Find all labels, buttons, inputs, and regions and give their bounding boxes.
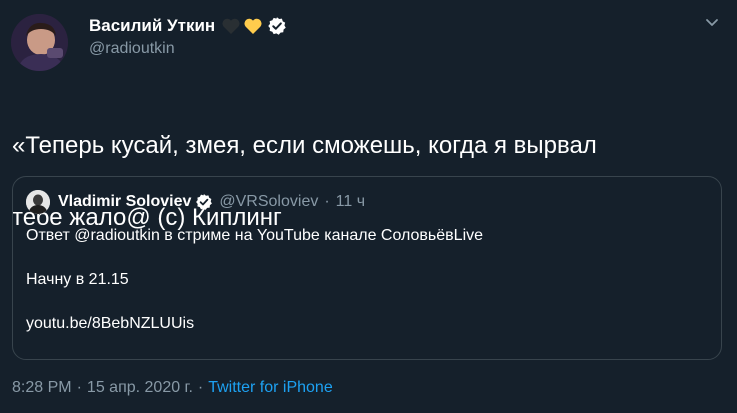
author-name-row: Василий Уткин xyxy=(89,14,287,38)
quoted-link: youtu.be/8BebNZLUUis xyxy=(26,315,195,332)
quoted-author-avatar xyxy=(26,190,50,214)
avatar-image xyxy=(11,14,68,71)
separator-dot: · xyxy=(197,379,204,396)
author-avatar[interactable] xyxy=(11,14,68,71)
verified-badge-icon xyxy=(195,193,213,211)
tweet-date[interactable]: 15 апр. 2020 г. xyxy=(87,379,193,397)
black-heart-icon xyxy=(221,17,241,35)
tweet-source-link[interactable]: Twitter for iPhone xyxy=(208,379,333,397)
chevron-down-icon[interactable] xyxy=(704,14,720,30)
author-handle[interactable]: @radioutkin xyxy=(89,40,175,58)
author-display-name[interactable]: Василий Уткин xyxy=(89,16,215,36)
separator-dot: · xyxy=(76,379,82,396)
tweet-card: Василий Уткин @radioutkin «Теперь кусай,… xyxy=(0,0,737,413)
quoted-timestamp: 11 ч xyxy=(335,193,366,210)
separator-dot: · xyxy=(324,193,330,210)
quoted-display-name: Vladimir Soloviev xyxy=(58,193,192,210)
quoted-handle: @VRSoloviev xyxy=(219,193,319,210)
quoted-text-line: Ответ @radioutkin в стриме на YouTube ка… xyxy=(26,227,484,244)
tweet-time[interactable]: 8:28 PM xyxy=(12,379,72,397)
quoted-tweet-header: Vladimir Soloviev @VRSoloviev · 11 ч xyxy=(26,190,365,214)
quoted-tweet-body: Ответ @radioutkin в стриме на YouTube ка… xyxy=(26,225,706,335)
quoted-tweet[interactable]: Vladimir Soloviev @VRSoloviev · 11 ч Отв… xyxy=(12,176,722,360)
tweet-text-line: «Теперь кусай, змея, если сможешь, когда… xyxy=(12,132,597,159)
quoted-text-line: Начну в 21.15 xyxy=(26,271,129,288)
tweet-metadata: 8:28 PM · 15 апр. 2020 г. · Twitter for … xyxy=(12,379,333,397)
verified-badge-icon xyxy=(267,16,287,36)
yellow-heart-icon xyxy=(243,17,263,35)
